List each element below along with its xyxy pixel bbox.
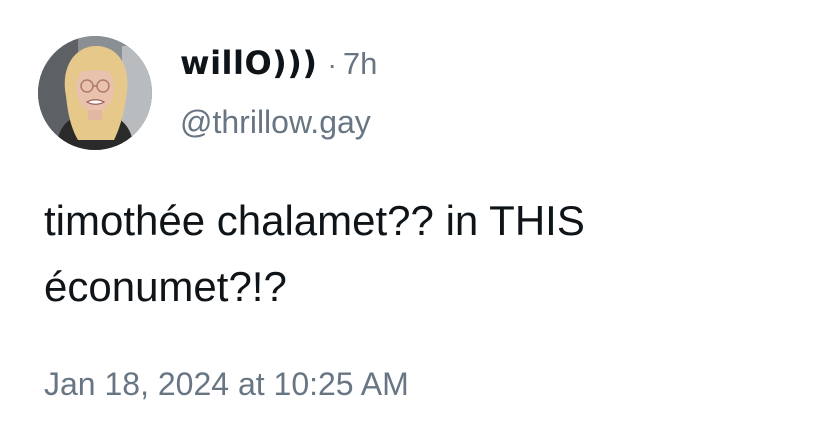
relative-time[interactable]: 7h: [343, 46, 377, 82]
header-separator: ·: [327, 49, 337, 80]
post-timestamp: Jan 18, 2024 at 10:25 AM: [44, 366, 409, 402]
user-handle[interactable]: @thrillow.gay: [180, 104, 371, 141]
post-body: timothée chalamet?? in THIS éconumet?!?: [44, 188, 784, 320]
post-text-line-1: timothée chalamet?? in THIS: [44, 197, 585, 244]
post-text-line-2: éconumet?!?: [44, 263, 287, 310]
avatar-photo-icon: [38, 36, 152, 150]
post-header: willO))) · 7h: [180, 44, 377, 84]
post-card: willO))) · 7h @thrillow.gay timothée cha…: [0, 0, 820, 442]
display-name[interactable]: willO))): [180, 44, 318, 82]
avatar[interactable]: [38, 36, 152, 150]
